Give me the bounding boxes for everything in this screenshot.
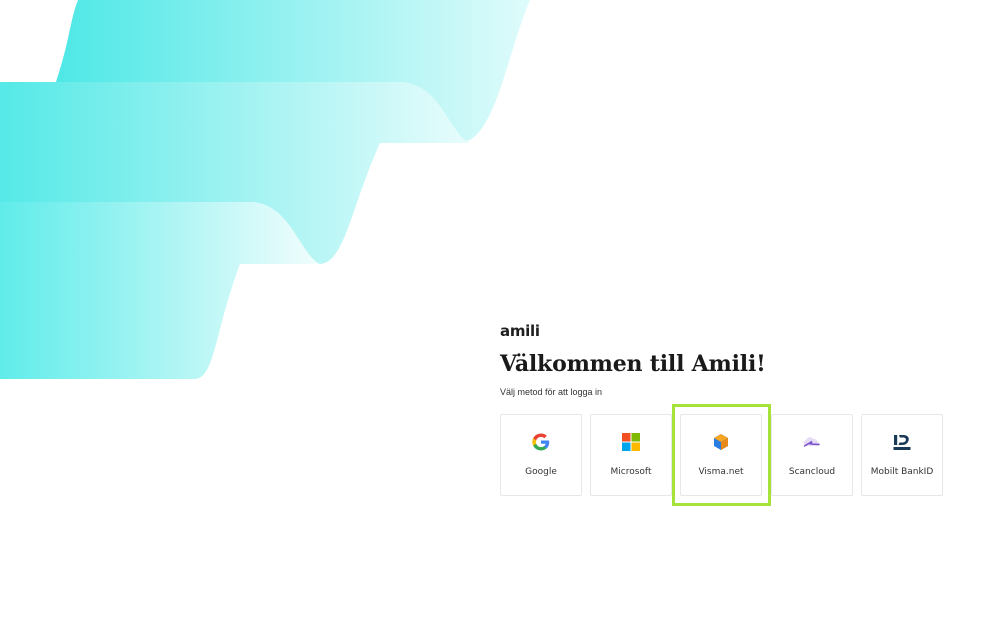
visma-icon	[711, 432, 731, 452]
login-page: amili Välkommen till Amili! Välj metod f…	[0, 0, 999, 644]
login-panel: amili Välkommen till Amili! Välj metod f…	[500, 322, 960, 506]
login-method-label: Visma.net	[698, 467, 744, 477]
login-scancloud-button[interactable]: Scancloud	[771, 414, 853, 496]
login-visma-button[interactable]: Visma.net	[680, 414, 762, 496]
login-methods: Google Microsoft Visma.net Scancloud Mob…	[500, 404, 960, 506]
bankid-icon	[892, 432, 912, 452]
page-title: Välkommen till Amili!	[500, 351, 766, 377]
google-icon	[531, 432, 551, 452]
login-bankid-button[interactable]: Mobilt BankID	[861, 414, 943, 496]
login-microsoft-button[interactable]: Microsoft	[590, 414, 672, 496]
login-method-label: Scancloud	[788, 467, 836, 477]
login-method-label: Microsoft	[610, 467, 652, 477]
microsoft-icon	[621, 432, 641, 452]
amili-logo: amili	[500, 322, 540, 340]
login-method-label: Mobilt BankID	[870, 467, 934, 477]
ribbon-band-bottom	[0, 202, 320, 379]
decorative-ribbon	[0, 0, 530, 379]
login-method-label: Google	[525, 467, 557, 477]
login-google-button[interactable]: Google	[500, 414, 582, 496]
login-subtitle: Välj metod för att logga in	[500, 387, 603, 397]
scancloud-icon	[802, 432, 822, 452]
